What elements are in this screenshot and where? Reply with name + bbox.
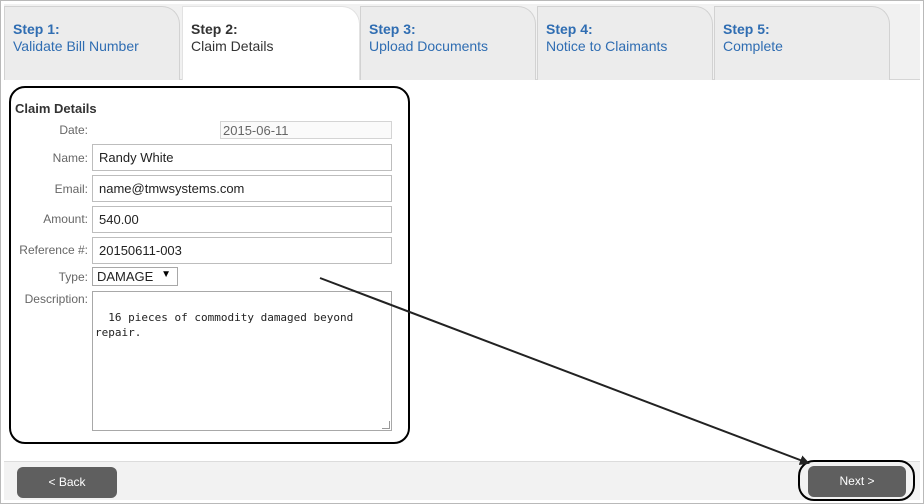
step-number: Step 1: [13,21,60,37]
description-textarea[interactable]: 16 pieces of commodity damaged beyond re… [92,291,392,431]
date-label: Date: [59,123,88,137]
email-label: Email: [54,182,88,196]
footer-bar [4,461,920,500]
wizard-step-4[interactable]: Step 4: Notice to Claimants [537,6,713,80]
wizard-steps: Step 1: Validate Bill Number Step 2: Cla… [4,4,920,80]
date-field: 2015-06-11 [220,121,392,139]
name-field[interactable]: Randy White [92,144,392,171]
back-button[interactable]: < Back [17,467,117,498]
step-title: Complete [723,38,783,54]
annotation-highlight-next [798,460,915,501]
step-title: Notice to Claimants [546,38,668,54]
step-title: Upload Documents [369,38,489,54]
amount-label: Amount: [43,212,88,226]
step-number: Step 2: [191,21,238,37]
description-label: Description: [24,292,88,306]
reference-label: Reference #: [19,243,88,257]
description-text: 16 pieces of commodity damaged beyond re… [95,311,354,339]
wizard-step-5[interactable]: Step 5: Complete [714,6,890,80]
amount-field[interactable]: 540.00 [92,206,392,233]
step-title: Validate Bill Number [13,38,139,54]
wizard-step-1[interactable]: Step 1: Validate Bill Number [4,6,180,80]
wizard-step-2[interactable]: Step 2: Claim Details [182,6,360,80]
step-title: Claim Details [191,38,274,54]
type-label: Type: [58,270,88,284]
resize-handle-icon[interactable] [382,421,390,429]
email-field[interactable]: name@tmwsystems.com [92,175,392,202]
step-number: Step 4: [546,21,593,37]
wizard-step-3[interactable]: Step 3: Upload Documents [360,6,536,80]
type-select-value: DAMAGE [97,269,154,284]
dropdown-arrow-icon: ▼ [161,269,171,280]
step-number: Step 5: [723,21,770,37]
reference-field[interactable]: 20150611-003 [92,237,392,264]
section-title: Claim Details [15,101,97,116]
name-label: Name: [52,151,88,165]
step-number: Step 3: [369,21,416,37]
type-select[interactable]: DAMAGE ▼ [92,267,178,286]
